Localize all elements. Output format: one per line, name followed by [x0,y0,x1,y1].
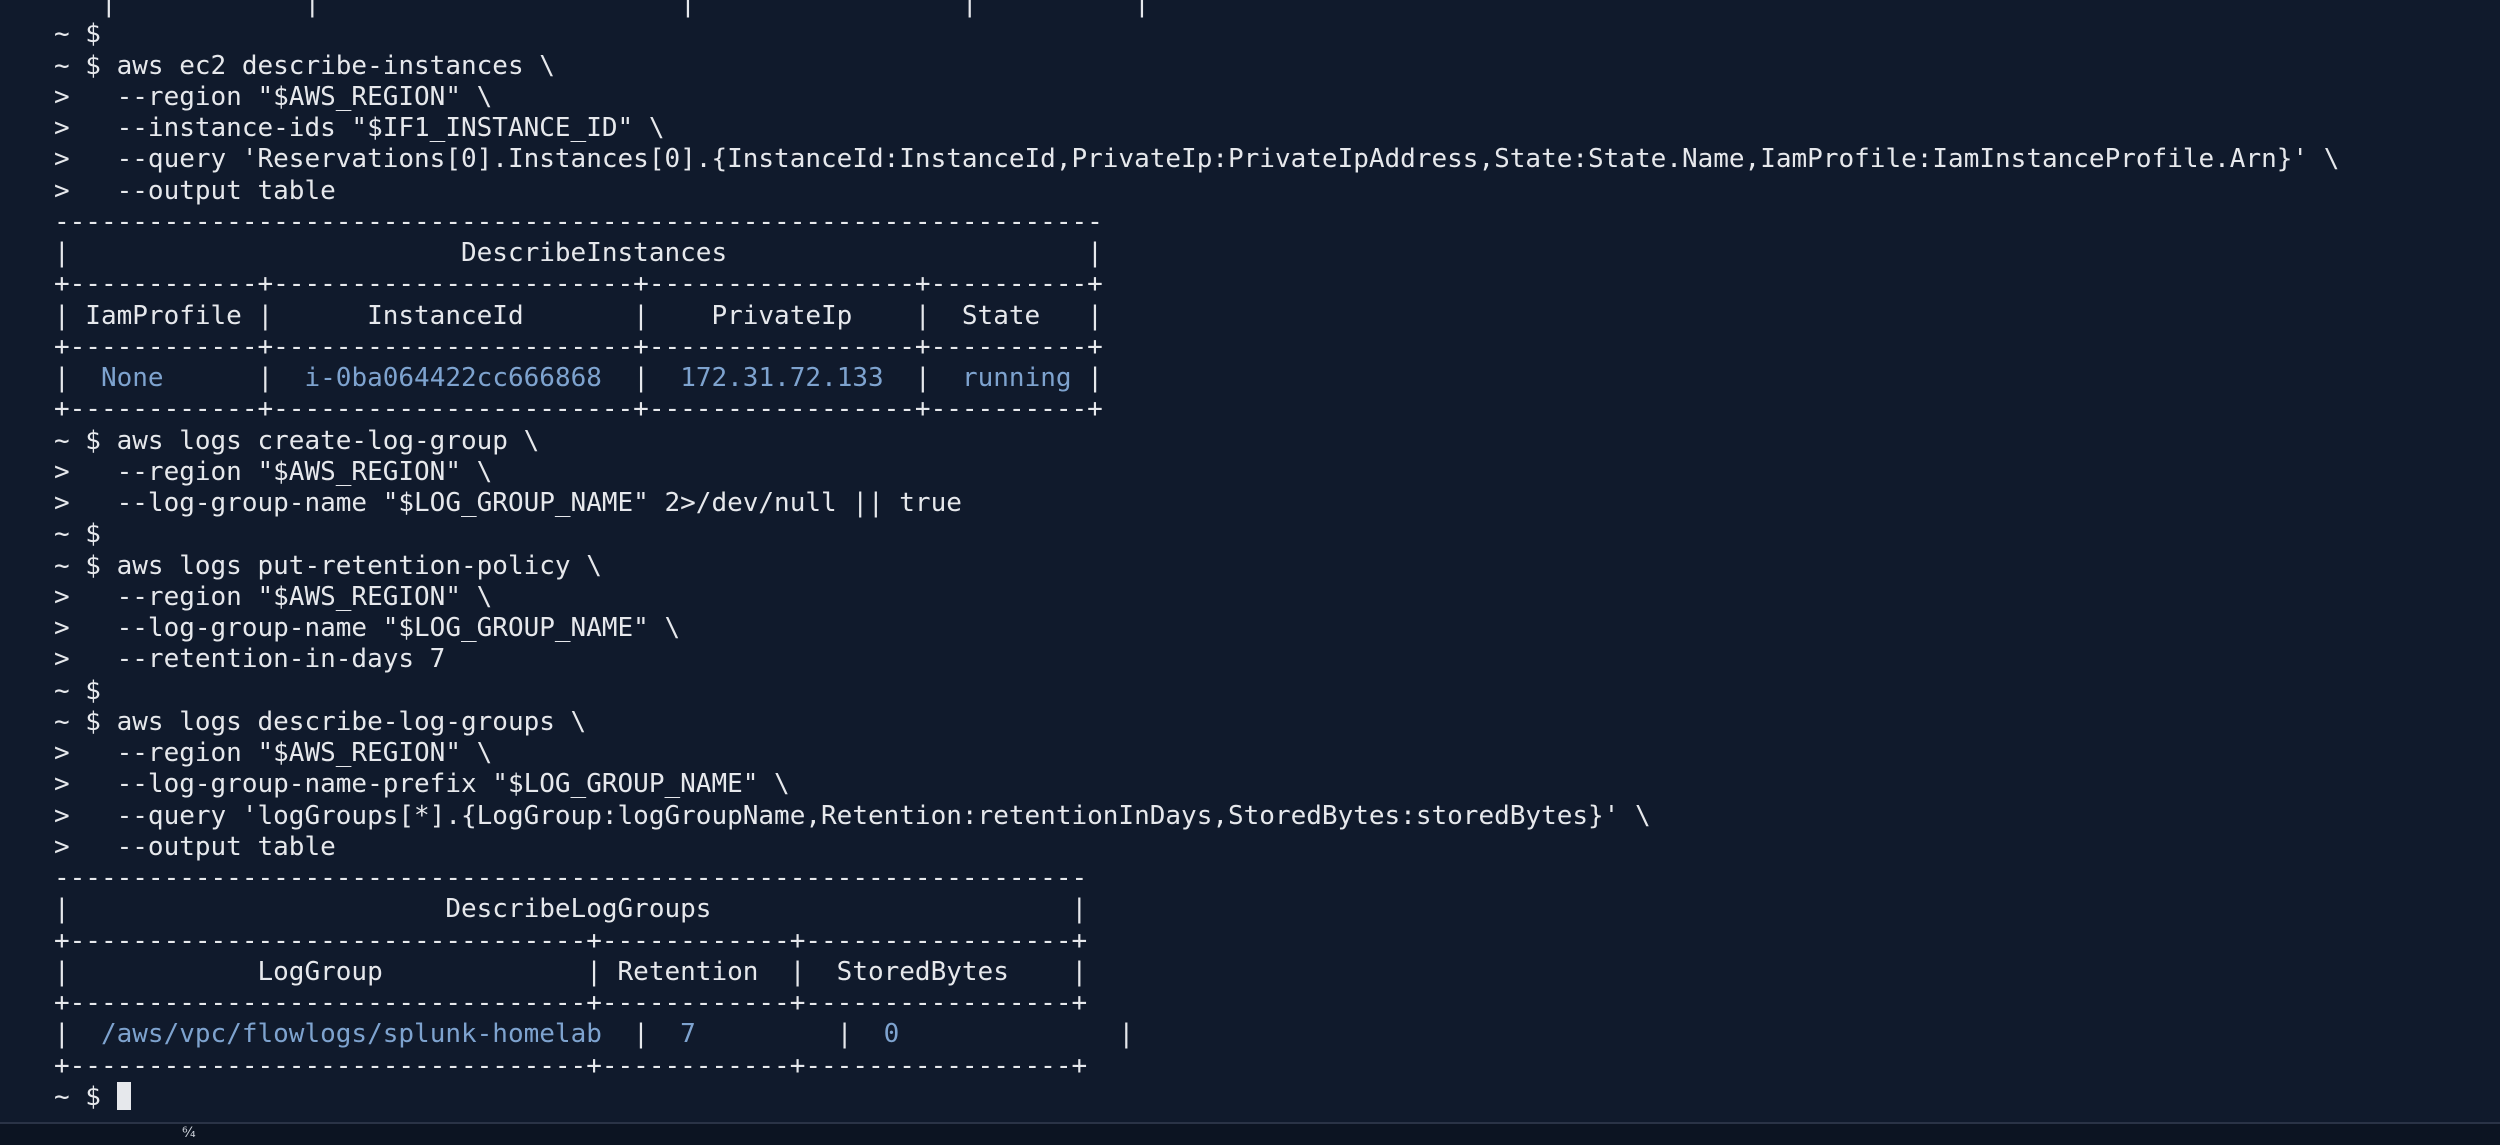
terminal-line: > --region "$AWS_REGION" \ [54,82,2339,113]
terminal-line: > --instance-ids "$IF1_INSTANCE_ID" \ [54,113,2339,144]
line-text: | [695,1019,884,1050]
line-text: | DescribeInstances | [54,238,1103,268]
terminal-line: > --region "$AWS_REGION" \ [54,582,2339,613]
line-text: | [163,363,305,393]
output-value: 172.31.72.133 [680,363,884,393]
line-text: | [1071,363,1103,393]
line-text: > --region "$AWS_REGION" \ [54,456,493,487]
terminal-line: > --query 'logGroups[*].{LogGroup:logGro… [54,801,2339,832]
terminal-line: > --log-group-name "$LOG_GROUP_NAME" 2>/… [54,488,2339,519]
line-text: > --retention-in-days 7 [54,644,446,675]
line-text: | [601,1019,681,1050]
terminal-line: ----------------------------------------… [54,863,2339,894]
output-value: 7 [680,1019,696,1050]
line-text: > --log-group-name "$LOG_GROUP_NAME" \ [54,613,681,643]
terminal-line: +------------+-----------------------+--… [54,332,2339,363]
line-text: | LogGroup | Retention | StoredBytes | [54,956,1088,987]
terminal-line: ~ $ aws logs describe-log-groups \ [54,707,2339,738]
line-text: | | | | | [54,0,1150,18]
line-text: > --region "$AWS_REGION" \ [54,581,493,612]
line-text: +------------+-----------------------+--… [54,269,1103,300]
line-text: > --log-group-name "$LOG_GROUP_NAME" 2>/… [54,488,962,518]
line-text: | IamProfile | InstanceId | PrivateIp | … [54,300,1103,331]
terminal-line: +---------------------------------+-----… [54,988,2339,1019]
line-text: | DescribeLogGroups | [54,894,1088,925]
line-text: ~ $ [54,1081,117,1112]
output-value: /aws/vpc/flowlogs/splunk-homelab [100,1019,602,1050]
terminal-line: ~ $ [54,519,2339,550]
line-text: > --region "$AWS_REGION" \ [54,81,493,112]
line-text: > --query 'Reservations[0].Instances[0].… [54,144,2340,175]
terminal-line: ----------------------------------------… [54,207,2339,238]
terminal-line: | DescribeLogGroups | [54,894,2339,925]
line-text: > --query 'logGroups[*].{LogGroup:logGro… [54,800,1651,831]
terminal-line: > --log-group-name "$LOG_GROUP_NAME" \ [54,613,2339,644]
line-text: ----------------------------------------… [54,206,1103,237]
line-text: > --instance-ids "$IF1_INSTANCE_ID" \ [54,113,665,143]
line-text: +---------------------------------+-----… [54,1050,1088,1081]
text-cursor [116,1081,131,1110]
line-text: | [899,1019,1135,1050]
terminal-line: | LogGroup | Retention | StoredBytes | [54,957,2339,988]
line-text: ~ $ aws logs describe-log-groups \ [54,706,587,737]
line-text: +------------+-----------------------+--… [54,331,1103,362]
terminal-line: ~ $ aws logs put-retention-policy \ [54,551,2339,582]
terminal-line: ~ $ [54,1081,2339,1113]
terminal-line: > --retention-in-days 7 [54,644,2339,675]
output-value: None [100,363,164,393]
line-text: ----------------------------------------… [54,863,1088,893]
terminal-window[interactable]: | | | | | ~ $ ~ $ aws ec2 describe-instanc… [0,0,2500,1122]
terminal-line: > --log-group-name-prefix "$LOG_GROUP_NA… [54,769,2339,800]
line-text: +---------------------------------+-----… [54,988,1088,1018]
terminal-line: +------------+-----------------------+--… [54,394,2339,425]
output-value: running [961,363,1072,393]
line-text: | [54,363,101,393]
terminal-line: | IamProfile | InstanceId | PrivateIp | … [54,301,2339,332]
status-glyph: ⁶⁄₄ [182,1125,196,1141]
terminal-line: > --output table [54,832,2339,863]
terminal-line: | None | i-0ba064422cc666868 | 172.31.72… [54,363,2339,394]
terminal-line: ~ $ aws logs create-log-group \ [54,426,2339,457]
line-text: ~ $ [54,519,101,550]
terminal-line: ~ $ [54,19,2339,50]
terminal-line: ~ $ aws ec2 describe-instances \ [54,51,2339,82]
output-value: 0 [883,1019,900,1050]
line-text: > --log-group-name-prefix "$LOG_GROUP_NA… [54,769,790,800]
terminal-line: +---------------------------------+-----… [54,1051,2339,1082]
line-text: | [601,363,681,393]
line-text: > --region "$AWS_REGION" \ [54,738,493,768]
terminal-line: > --region "$AWS_REGION" \ [54,457,2339,488]
line-text: +------------+-----------------------+--… [54,394,1103,425]
line-text: | [54,1019,101,1050]
terminal-line: > --query 'Reservations[0].Instances[0].… [54,144,2339,175]
line-text: ~ $ aws logs put-retention-policy \ [54,550,602,581]
status-bar: ⁶⁄₄ [0,1122,2500,1145]
terminal-line: +---------------------------------+-----… [54,926,2339,957]
output-value: i-0ba064422cc666868 [304,363,602,393]
terminal-line: > --region "$AWS_REGION" \ [54,738,2339,769]
line-text: +---------------------------------+-----… [54,925,1088,956]
terminal-line: +------------+-----------------------+--… [54,269,2339,300]
terminal-output: | | | | | ~ $ ~ $ aws ec2 describe-instanc… [54,0,2339,1113]
terminal-line: ~ $ [54,676,2339,707]
terminal-line: | /aws/vpc/flowlogs/splunk-homelab | 7 |… [54,1019,2339,1050]
line-text: > --output table [54,831,336,862]
terminal-line: | DescribeInstances | [54,238,2339,269]
line-text: ~ $ [54,675,101,706]
line-text: > --output table [54,175,336,206]
line-text: ~ $ aws ec2 describe-instances \ [54,50,555,81]
terminal-line: | | | | | [54,0,2339,19]
line-text: ~ $ [54,19,101,50]
terminal-line: > --output table [54,176,2339,207]
line-text: | [883,363,962,393]
line-text: ~ $ aws logs create-log-group \ [54,425,540,456]
